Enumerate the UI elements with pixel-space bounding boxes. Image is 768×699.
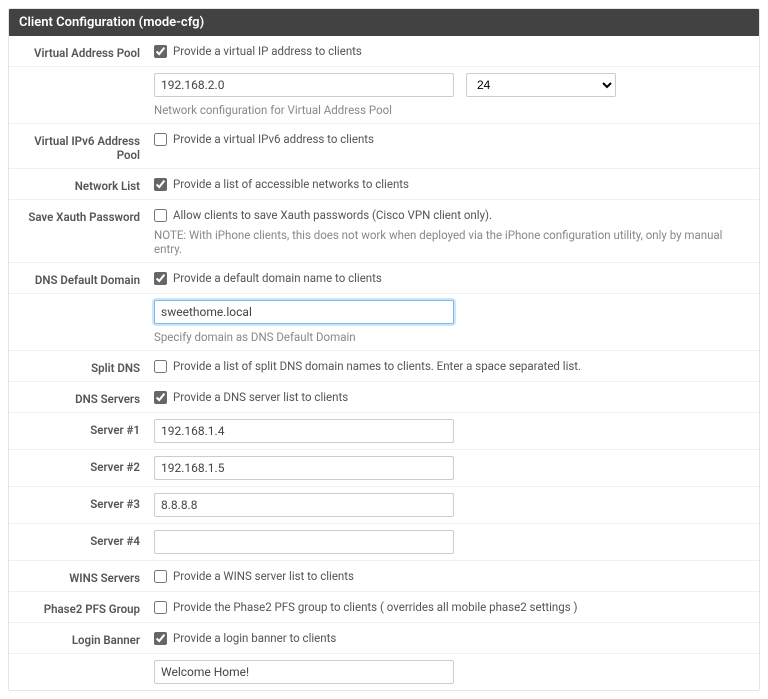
desc-virtual-address-pool: Provide a virtual IP address to clients bbox=[173, 44, 362, 58]
label-dns-server-4: Server #4 bbox=[19, 530, 154, 548]
checkbox-phase2-pfs[interactable] bbox=[154, 601, 167, 614]
row-wins-servers: WINS Servers Provide a WINS server list … bbox=[9, 560, 759, 591]
checkbox-virtual-address-pool[interactable] bbox=[154, 45, 167, 58]
row-network-list: Network List Provide a list of accessibl… bbox=[9, 168, 759, 199]
input-virtual-pool-ip[interactable] bbox=[154, 73, 454, 97]
client-config-panel: Client Configuration (mode-cfg) Virtual … bbox=[8, 8, 760, 691]
desc-save-xauth: Allow clients to save Xauth passwords (C… bbox=[173, 208, 492, 222]
row-virtual-address-pool-config: 24 Network configuration for Virtual Add… bbox=[9, 66, 759, 123]
label-dns-server-2: Server #2 bbox=[19, 456, 154, 474]
checkbox-save-xauth[interactable] bbox=[154, 209, 167, 222]
desc-dns-default-domain: Provide a default domain name to clients bbox=[173, 271, 382, 285]
row-dns-server-1: Server #1 bbox=[9, 412, 759, 449]
row-dns-default-domain: DNS Default Domain Provide a default dom… bbox=[9, 262, 759, 293]
desc-network-list: Provide a list of accessible networks to… bbox=[173, 177, 409, 191]
input-dns-default-domain[interactable] bbox=[154, 300, 454, 324]
input-dns-server-1[interactable] bbox=[154, 419, 454, 443]
input-dns-server-2[interactable] bbox=[154, 456, 454, 480]
desc-login-banner: Provide a login banner to clients bbox=[173, 631, 336, 645]
panel-title: Client Configuration (mode-cfg) bbox=[9, 9, 759, 36]
row-save-xauth: Save Xauth Password Allow clients to sav… bbox=[9, 199, 759, 262]
row-dns-server-3: Server #3 bbox=[9, 486, 759, 523]
input-dns-server-4[interactable] bbox=[154, 530, 454, 554]
desc-dns-servers: Provide a DNS server list to clients bbox=[173, 390, 348, 404]
input-dns-server-3[interactable] bbox=[154, 493, 454, 517]
label-network-list: Network List bbox=[19, 175, 154, 193]
label-virtual-address-pool: Virtual Address Pool bbox=[19, 42, 154, 60]
label-save-xauth: Save Xauth Password bbox=[19, 206, 154, 224]
label-dns-server-3: Server #3 bbox=[19, 493, 154, 511]
row-phase2-pfs: Phase2 PFS Group Provide the Phase2 PFS … bbox=[9, 591, 759, 622]
row-login-banner-value bbox=[9, 653, 759, 690]
checkbox-dns-servers[interactable] bbox=[154, 391, 167, 404]
label-login-banner: Login Banner bbox=[19, 629, 154, 647]
checkbox-split-dns[interactable] bbox=[154, 360, 167, 373]
desc-phase2-pfs: Provide the Phase2 PFS group to clients … bbox=[173, 600, 578, 614]
row-dns-default-domain-value: Specify domain as DNS Default Domain bbox=[9, 293, 759, 350]
checkbox-wins-servers[interactable] bbox=[154, 570, 167, 583]
checkbox-dns-default-domain[interactable] bbox=[154, 272, 167, 285]
row-dns-server-4: Server #4 bbox=[9, 523, 759, 560]
label-dns-servers: DNS Servers bbox=[19, 388, 154, 406]
label-virtual-ipv6-pool: Virtual IPv6 Address Pool bbox=[19, 130, 154, 162]
row-virtual-address-pool: Virtual Address Pool Provide a virtual I… bbox=[9, 36, 759, 66]
help-dns-default-domain: Specify domain as DNS Default Domain bbox=[154, 330, 749, 344]
help-virtual-address-pool: Network configuration for Virtual Addres… bbox=[154, 103, 749, 117]
row-dns-servers: DNS Servers Provide a DNS server list to… bbox=[9, 381, 759, 412]
checkbox-virtual-ipv6-pool[interactable] bbox=[154, 133, 167, 146]
select-virtual-pool-prefix[interactable]: 24 bbox=[466, 73, 616, 97]
row-dns-server-2: Server #2 bbox=[9, 449, 759, 486]
row-split-dns: Split DNS Provide a list of split DNS do… bbox=[9, 350, 759, 381]
row-virtual-ipv6-pool: Virtual IPv6 Address Pool Provide a virt… bbox=[9, 123, 759, 168]
panel-body: Virtual Address Pool Provide a virtual I… bbox=[9, 36, 759, 690]
note-save-xauth: NOTE: With iPhone clients, this does not… bbox=[154, 228, 749, 256]
desc-wins-servers: Provide a WINS server list to clients bbox=[173, 569, 354, 583]
checkbox-login-banner[interactable] bbox=[154, 632, 167, 645]
desc-virtual-ipv6-pool: Provide a virtual IPv6 address to client… bbox=[173, 132, 374, 146]
label-dns-default-domain: DNS Default Domain bbox=[19, 269, 154, 287]
label-phase2-pfs: Phase2 PFS Group bbox=[19, 598, 154, 616]
label-split-dns: Split DNS bbox=[19, 357, 154, 375]
label-dns-server-1: Server #1 bbox=[19, 419, 154, 437]
input-login-banner[interactable] bbox=[154, 660, 454, 684]
desc-split-dns: Provide a list of split DNS domain names… bbox=[173, 359, 581, 373]
row-login-banner: Login Banner Provide a login banner to c… bbox=[9, 622, 759, 653]
checkbox-network-list[interactable] bbox=[154, 178, 167, 191]
